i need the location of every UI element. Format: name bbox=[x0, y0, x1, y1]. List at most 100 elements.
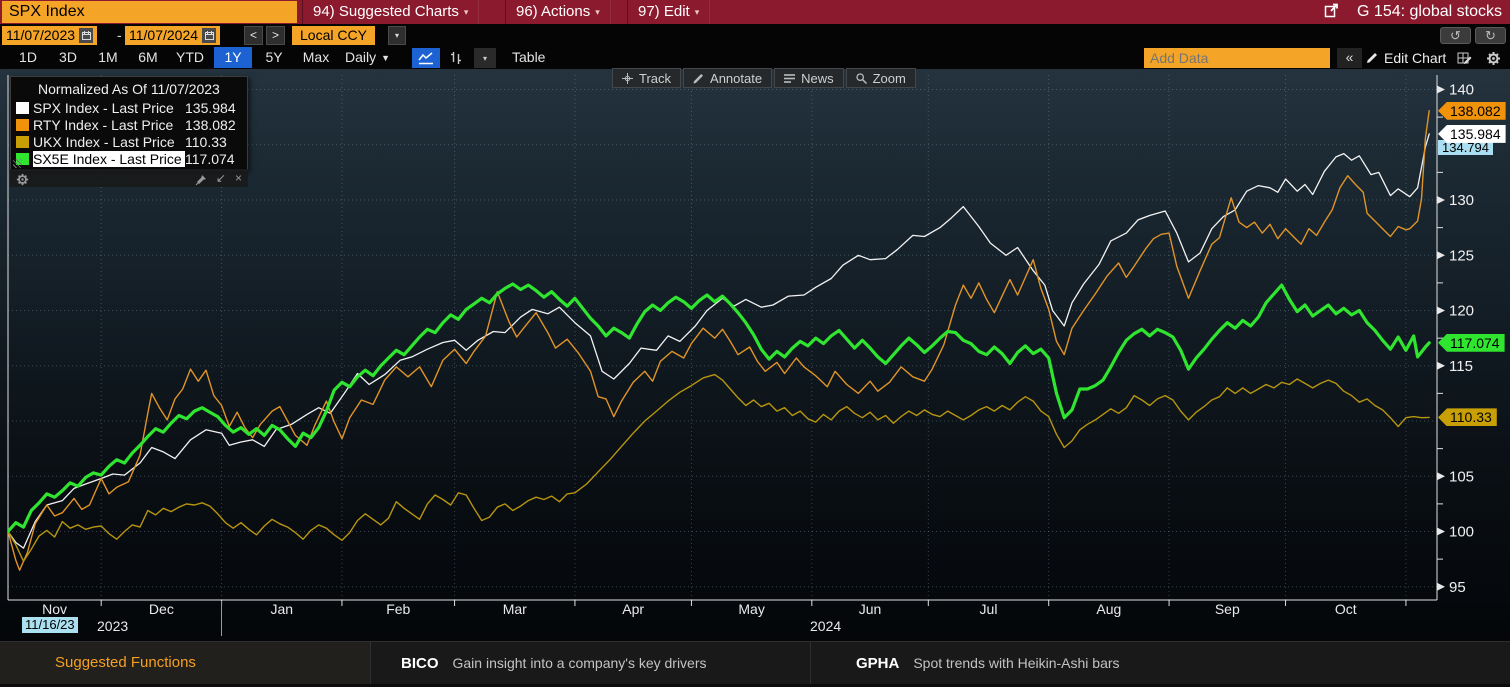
chart-floating-toolbar: Track Annotate News Zoom bbox=[612, 68, 918, 88]
suggested-functions-title: Suggested Functions bbox=[0, 642, 370, 684]
x-month-label: May bbox=[738, 601, 764, 617]
x-month-label: Aug bbox=[1096, 601, 1121, 617]
legend-footer-bar: ↙ × bbox=[10, 169, 248, 187]
bloomberg-chart-window: SPX Index 94) Suggested Charts▾ 96) Acti… bbox=[0, 0, 1510, 687]
chart-legend[interactable]: Normalized As Of 11/07/2023 SPX Index - … bbox=[10, 76, 248, 171]
legend-row-rty[interactable]: RTY Index - Last Price 138.082 bbox=[11, 116, 247, 133]
legend-value: 135.984 bbox=[185, 100, 236, 116]
collapse-panel-button[interactable]: « bbox=[1337, 48, 1362, 68]
calendar-icon[interactable] bbox=[79, 28, 93, 43]
year-divider-line bbox=[221, 601, 222, 636]
legend-value: 138.082 bbox=[185, 117, 236, 133]
gear-icon[interactable] bbox=[1481, 48, 1505, 68]
chart-toolbar-row: 1D 3D 1M 6M YTD 1Y 5Y Max Daily▼ ▾ Table… bbox=[0, 46, 1510, 69]
news-icon bbox=[784, 73, 795, 84]
prev-period-button[interactable]: < bbox=[244, 26, 263, 45]
undo-button[interactable]: ↺ bbox=[1440, 27, 1471, 44]
legend-row-sx5e-selected[interactable]: SX5E Index - Last Price 117.074 bbox=[11, 150, 247, 167]
legend-value: 117.074 bbox=[185, 151, 235, 167]
spx-color-swatch bbox=[16, 102, 29, 114]
suggested-function-bico[interactable]: BICO Gain insight into a company's key d… bbox=[370, 642, 810, 684]
suggested-function-gpha[interactable]: GPHA Spot trends with Heikin-Ashi bars bbox=[810, 642, 1510, 684]
menu-edit[interactable]: 97) Edit▾ bbox=[627, 0, 710, 24]
currency-select[interactable]: Local CCY bbox=[292, 26, 375, 45]
range-5y[interactable]: 5Y bbox=[254, 47, 294, 68]
x-month-label: Jun bbox=[859, 601, 882, 617]
chart-type-caret[interactable]: ▾ bbox=[474, 48, 496, 68]
function-desc: Gain insight into a company's key driver… bbox=[453, 655, 707, 671]
legend-label: UKX Index - Last Price bbox=[33, 134, 185, 150]
edit-chart-button[interactable]: Edit Chart bbox=[1366, 48, 1446, 68]
currency-caret-icon[interactable]: ▾ bbox=[388, 26, 406, 45]
chart-settings-icon[interactable] bbox=[1452, 48, 1476, 68]
chevron-down-icon: ▼ bbox=[381, 53, 390, 63]
x-month-label: Sep bbox=[1215, 601, 1240, 617]
range-ytd[interactable]: YTD bbox=[168, 47, 212, 68]
ticker-input[interactable]: SPX Index bbox=[2, 1, 297, 23]
minimize-corner-icon[interactable]: ↙ bbox=[216, 169, 226, 187]
add-data-input[interactable] bbox=[1144, 48, 1330, 68]
x-month-label: Jul bbox=[980, 601, 998, 617]
y-tick-arrow bbox=[1437, 362, 1445, 370]
y-tick-arrow bbox=[1437, 528, 1445, 536]
legend-resize-handle[interactable] bbox=[13, 159, 22, 168]
function-title-text: G 154: global stocks bbox=[1357, 3, 1502, 20]
y-tick-label: 130 bbox=[1449, 192, 1474, 209]
x-month-label: Oct bbox=[1335, 601, 1357, 617]
date-to-field[interactable]: 11/07/2024 bbox=[125, 26, 220, 45]
legend-row-ukx[interactable]: UKX Index - Last Price 110.33 bbox=[11, 133, 247, 150]
range-1y-selected[interactable]: 1Y bbox=[214, 47, 252, 68]
range-max[interactable]: Max bbox=[294, 47, 338, 68]
close-icon[interactable]: × bbox=[235, 169, 242, 187]
line-chart-type-button[interactable] bbox=[412, 48, 440, 68]
price-tag-138.082: 138.082 bbox=[1438, 102, 1506, 120]
range-3d[interactable]: 3D bbox=[48, 47, 88, 68]
menu-suggested-charts[interactable]: 94) Suggested Charts▾ bbox=[302, 0, 479, 24]
function-code: BICO bbox=[401, 655, 439, 672]
pin-icon[interactable] bbox=[195, 171, 207, 186]
news-button[interactable]: News bbox=[774, 68, 844, 88]
calendar-icon[interactable] bbox=[202, 28, 216, 43]
track-button[interactable]: Track bbox=[612, 68, 681, 88]
frequency-select[interactable]: Daily▼ bbox=[345, 47, 390, 68]
chevron-down-icon: ▾ bbox=[464, 7, 469, 17]
ohlc-chart-type-button[interactable] bbox=[444, 48, 468, 68]
x-month-label: Apr bbox=[622, 601, 644, 617]
y-tick-label: 115 bbox=[1449, 358, 1473, 375]
next-period-button[interactable]: > bbox=[266, 26, 285, 45]
export-icon[interactable] bbox=[1324, 3, 1339, 18]
range-6m[interactable]: 6M bbox=[128, 47, 168, 68]
x-month-label: Nov bbox=[42, 601, 67, 617]
menu-actions[interactable]: 96) Actions▾ bbox=[505, 0, 611, 24]
annotate-button[interactable]: Annotate bbox=[683, 68, 772, 88]
function-title: G 154: global stocks bbox=[1324, 0, 1502, 24]
redo-button[interactable]: ↻ bbox=[1475, 27, 1506, 44]
y-tick-arrow bbox=[1437, 86, 1445, 94]
date-range-dash: - bbox=[117, 26, 122, 45]
chevron-down-icon: ▾ bbox=[595, 7, 600, 17]
gear-icon[interactable] bbox=[16, 171, 29, 186]
year-label-2024: 2024 bbox=[810, 618, 841, 634]
crosshair-icon bbox=[622, 73, 633, 84]
x-month-label: Feb bbox=[386, 601, 410, 617]
legend-title: Normalized As Of 11/07/2023 bbox=[11, 80, 247, 99]
legend-row-spx[interactable]: SPX Index - Last Price 135.984 bbox=[11, 99, 247, 116]
date-from-field[interactable]: 11/07/2023 bbox=[2, 26, 97, 45]
year-label-2023: 2023 bbox=[97, 618, 128, 634]
x-month-label: Mar bbox=[503, 601, 527, 617]
suggested-functions-panel: Suggested Functions BICO Gain insight in… bbox=[0, 641, 1510, 687]
zoom-button[interactable]: Zoom bbox=[846, 68, 916, 88]
y-tick-arrow bbox=[1437, 251, 1445, 259]
range-1d[interactable]: 1D bbox=[8, 47, 48, 68]
y-tick-label: 100 bbox=[1449, 524, 1474, 541]
controls-bar: 11/07/2023 - 11/07/2024 < > Local CCY ▾ … bbox=[0, 24, 1510, 46]
price-tag-117.074: 117.074 bbox=[1438, 334, 1505, 352]
ukx-color-swatch bbox=[16, 136, 29, 148]
chevron-down-icon: ▾ bbox=[695, 7, 700, 17]
x-month-label: Jan bbox=[270, 601, 293, 617]
range-1m[interactable]: 1M bbox=[88, 47, 128, 68]
magnifier-icon bbox=[856, 73, 867, 84]
y-tick-arrow bbox=[1437, 196, 1445, 204]
table-button[interactable]: Table bbox=[512, 47, 545, 68]
y-tick-label: 120 bbox=[1449, 303, 1474, 320]
